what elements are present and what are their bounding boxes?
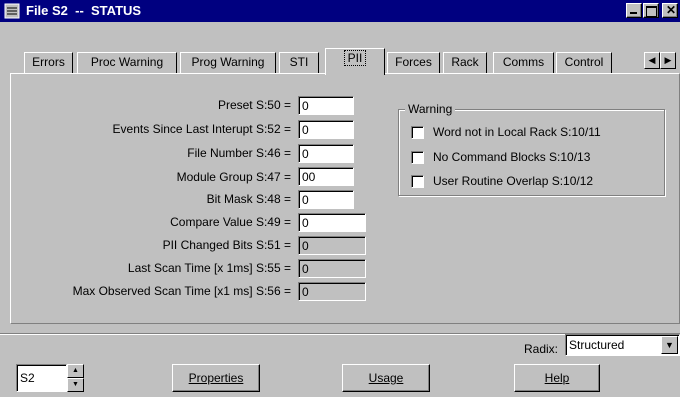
minimize-button[interactable] bbox=[626, 3, 642, 18]
preset-field[interactable]: 0 bbox=[298, 96, 354, 115]
tab-scroll-right-icon[interactable]: ▶ bbox=[660, 52, 676, 69]
maximize-button[interactable] bbox=[643, 3, 659, 18]
help-button[interactable]: Help bbox=[514, 364, 600, 392]
compare-value-label: Compare Value S:49 = bbox=[170, 215, 291, 229]
tab-forces[interactable]: Forces bbox=[387, 52, 440, 73]
usage-button[interactable]: Usage bbox=[342, 364, 430, 392]
tab-prog-warning[interactable]: Prog Warning bbox=[180, 52, 276, 73]
no-command-blocks-label: No Command Blocks S:10/13 bbox=[433, 150, 591, 164]
no-command-blocks-checkbox[interactable] bbox=[411, 151, 424, 164]
tab-errors[interactable]: Errors bbox=[24, 52, 73, 73]
user-routine-overlap-checkbox[interactable] bbox=[411, 175, 424, 188]
max-observed-scan-time-label: Max Observed Scan Time [x1 ms] S:56 = bbox=[72, 284, 291, 298]
module-group-field[interactable]: 00 bbox=[298, 167, 354, 186]
tab-scroll-left-icon[interactable]: ◀ bbox=[644, 52, 660, 69]
module-group-label: Module Group S:47 = bbox=[176, 170, 291, 184]
window-title: File S2 -- STATUS bbox=[26, 3, 142, 18]
file-selector-field[interactable]: S2 bbox=[16, 364, 67, 392]
properties-button[interactable]: Properties bbox=[172, 364, 260, 392]
tab-comms[interactable]: Comms bbox=[493, 52, 554, 73]
bit-mask-field[interactable]: 0 bbox=[298, 190, 354, 209]
file-number-field[interactable]: 0 bbox=[298, 144, 354, 163]
title-bar: File S2 -- STATUS bbox=[0, 0, 680, 22]
file-status-icon bbox=[4, 3, 20, 19]
last-scan-time-field: 0 bbox=[298, 259, 366, 278]
spin-down-icon[interactable]: ▼ bbox=[67, 378, 84, 392]
last-scan-time-label: Last Scan Time [x 1ms] S:55 = bbox=[127, 261, 291, 275]
warning-group-title: Warning bbox=[405, 102, 456, 116]
tab-control[interactable]: Control bbox=[556, 52, 612, 73]
close-button[interactable] bbox=[662, 3, 678, 18]
tab-pii[interactable]: PII bbox=[325, 48, 385, 75]
preset-label: Preset S:50 = bbox=[217, 98, 291, 112]
chevron-down-icon[interactable]: ▼ bbox=[661, 336, 678, 354]
pii-changed-bits-label: PII Changed Bits S:51 = bbox=[162, 238, 291, 252]
events-since-last-interrupt-label: Events Since Last Interupt S:52 = bbox=[112, 122, 291, 136]
tab-rack[interactable]: Rack bbox=[443, 52, 487, 73]
word-not-in-local-rack-checkbox[interactable] bbox=[411, 126, 424, 139]
pii-changed-bits-field: 0 bbox=[298, 236, 366, 255]
file-number-label: File Number S:46 = bbox=[187, 146, 291, 160]
word-not-in-local-rack-label: Word not in Local Rack S:10/11 bbox=[433, 125, 601, 139]
radix-label: Radix: bbox=[524, 342, 559, 356]
user-routine-overlap-label: User Routine Overlap S:10/12 bbox=[433, 174, 594, 188]
tab-sti[interactable]: STI bbox=[279, 52, 319, 73]
tab-proc-warning[interactable]: Proc Warning bbox=[77, 52, 177, 73]
events-since-last-interrupt-field[interactable]: 0 bbox=[298, 120, 354, 139]
max-observed-scan-time-field: 0 bbox=[298, 282, 366, 301]
spin-up-icon[interactable]: ▲ bbox=[67, 364, 84, 378]
bit-mask-label: Bit Mask S:48 = bbox=[206, 192, 291, 206]
compare-value-field[interactable]: 0 bbox=[298, 213, 366, 232]
